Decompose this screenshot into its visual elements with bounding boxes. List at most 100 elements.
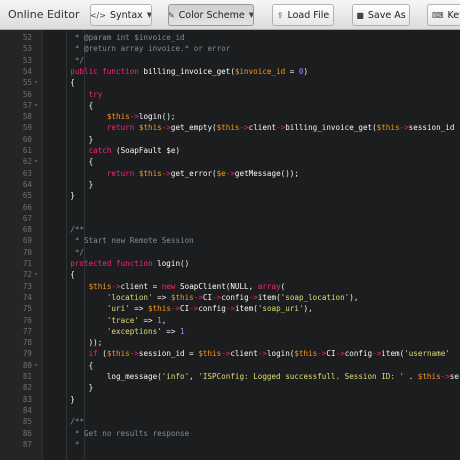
code-line[interactable]: 74 'location' => $this->CI->config->item…	[0, 292, 460, 303]
code-token: ->	[161, 168, 171, 178]
line-number: 53	[22, 44, 32, 54]
code-line[interactable]: 70 */	[0, 247, 460, 258]
code-line[interactable]: 52 * @param int $invoice_id	[0, 32, 460, 43]
code-line[interactable]: 80 ▾ {	[0, 360, 460, 371]
code-line[interactable]: 69 * Start new Remote Session	[0, 235, 460, 246]
code-token: 1	[180, 326, 185, 336]
code-token: 'soap_location'	[280, 292, 350, 302]
code-line[interactable]: 81 log_message('info', 'ISPConfig: Logge…	[0, 371, 460, 382]
code-line[interactable]: 53 */	[0, 55, 460, 66]
line-number: 74	[22, 292, 32, 302]
code-token: ->	[399, 123, 409, 133]
code-token: */	[52, 55, 85, 65]
code-editor[interactable]: 52 * @param int $invoice_id 53 * @return …	[0, 30, 460, 460]
code-text: public function billing_invoice_get($inv…	[52, 66, 308, 77]
code-token: ->	[129, 349, 139, 359]
code-token: 'username'	[404, 349, 450, 359]
code-token: item(	[381, 349, 405, 359]
code-line[interactable]: 60 }	[0, 134, 460, 145]
line-number: 59	[22, 123, 32, 133]
line-number: 85	[22, 417, 32, 427]
code-line[interactable]: 85 /**	[0, 416, 460, 427]
edit-icon: ✎	[168, 10, 175, 20]
code-line[interactable]: 68 /**	[0, 224, 460, 235]
line-number: 87	[22, 439, 32, 449]
code-token: * Start new Remote Session	[52, 236, 194, 246]
code-text: ));	[52, 337, 103, 348]
line-number: 58	[22, 112, 32, 122]
code-line[interactable]: 54 public function billing_invoice_get($…	[0, 66, 460, 77]
code-token: 'location'	[52, 292, 153, 302]
code-line[interactable]: 65 }	[0, 190, 460, 201]
syntax-button[interactable]: </> Syntax ▼	[90, 4, 152, 26]
code-line[interactable]: 78 ));	[0, 337, 460, 348]
code-token: ->	[440, 372, 450, 381]
code-line[interactable]: 87 *	[0, 439, 460, 450]
line-number: 62	[22, 157, 32, 167]
code-text: {	[52, 269, 75, 280]
code-token: ->	[189, 304, 199, 314]
code-line[interactable]: 77 'exceptions' => 1	[0, 326, 460, 337]
code-text: {	[52, 156, 94, 167]
color-scheme-button[interactable]: ✎ Color Scheme ▼	[168, 4, 254, 26]
code-token: $this	[170, 292, 194, 302]
color-scheme-label: Color Scheme	[178, 9, 245, 21]
fold-arrow-icon[interactable]: ▾	[34, 77, 38, 88]
save-as-button[interactable]: ■ Save As	[352, 4, 410, 26]
code-token: se	[449, 372, 459, 381]
code-line[interactable]: 56 try	[0, 89, 460, 100]
fold-arrow-icon[interactable]: ▾	[34, 100, 38, 111]
code-line[interactable]: 55 ▾ {	[0, 77, 460, 88]
key-button[interactable]: ⌨ Key	[427, 4, 460, 26]
code-line[interactable]: 86 * Get no results response	[0, 428, 460, 439]
code-token: ->	[372, 349, 382, 359]
code-token: ()	[180, 259, 190, 268]
code-token: (SoapFault $e)	[116, 146, 181, 155]
code-line[interactable]: 76 'trace' => 1,	[0, 315, 460, 326]
code-line[interactable]: 57 ▾ {	[0, 100, 460, 111]
code-token: $this	[138, 123, 162, 133]
load-file-button[interactable]: ⇪ Load File	[272, 4, 334, 26]
code-line[interactable]: 75 'uri' => $this->CI->config->item('soa…	[0, 303, 460, 314]
code-line[interactable]: 58 $this->login();	[0, 111, 460, 122]
code-text: catch (SoapFault $e)	[52, 145, 180, 156]
code-text: $this->client = new SoapClient(NULL, arr…	[52, 281, 286, 292]
code-line[interactable]: 82 }	[0, 382, 460, 393]
code-token: * @return array invoice.* or error	[52, 44, 231, 54]
code-line[interactable]: 53 * @return array invoice.* or error	[0, 43, 460, 54]
code-line[interactable]: 62 ▾ {	[0, 156, 460, 167]
code-line[interactable]: 64 }	[0, 179, 460, 190]
code-line[interactable]: 84	[0, 405, 460, 416]
upload-icon: ⇪	[276, 10, 284, 20]
code-token: ->	[248, 292, 258, 302]
line-number: 78	[22, 338, 32, 348]
code-line[interactable]: 71 protected function login()	[0, 258, 460, 269]
code-token: item(	[234, 304, 258, 314]
code-token: $this	[106, 349, 130, 359]
code-line[interactable]: 72 ▾ {	[0, 269, 460, 280]
code-token: {	[52, 157, 94, 167]
code-token: session_id	[408, 123, 455, 133]
fold-arrow-icon[interactable]: ▾	[34, 156, 38, 167]
code-token: config	[344, 349, 373, 359]
fold-arrow-icon[interactable]: ▾	[34, 269, 38, 280]
code-line[interactable]: 59 return $this->get_empty($this->client…	[0, 122, 460, 133]
code-line[interactable]: 83 }	[0, 394, 460, 405]
code-line[interactable]: 79 if ($this->session_id = $this->client…	[0, 348, 460, 359]
fold-arrow-icon[interactable]: ▾	[34, 360, 38, 371]
code-line[interactable]: 61 catch (SoapFault $e)	[0, 145, 460, 156]
code-line[interactable]: 66	[0, 202, 460, 213]
code-text: }	[52, 382, 94, 393]
code-token: public function	[52, 66, 144, 76]
line-number: 53	[22, 55, 32, 65]
key-label: Key	[447, 9, 460, 21]
code-line[interactable]: 67	[0, 213, 460, 224]
line-number: 57	[22, 100, 32, 110]
code-line[interactable]: 73 $this->client = new SoapClient(NULL, …	[0, 281, 460, 292]
code-line[interactable]: 63 return $this->get_error($e->getMessag…	[0, 168, 460, 179]
code-text: return $this->get_empty($this->client->b…	[52, 122, 455, 133]
chevron-down-icon: ▼	[248, 11, 254, 19]
code-token: 'exceptions'	[52, 326, 162, 336]
code-token: billing_invoice_get	[143, 66, 231, 76]
code-text: */	[52, 247, 84, 258]
